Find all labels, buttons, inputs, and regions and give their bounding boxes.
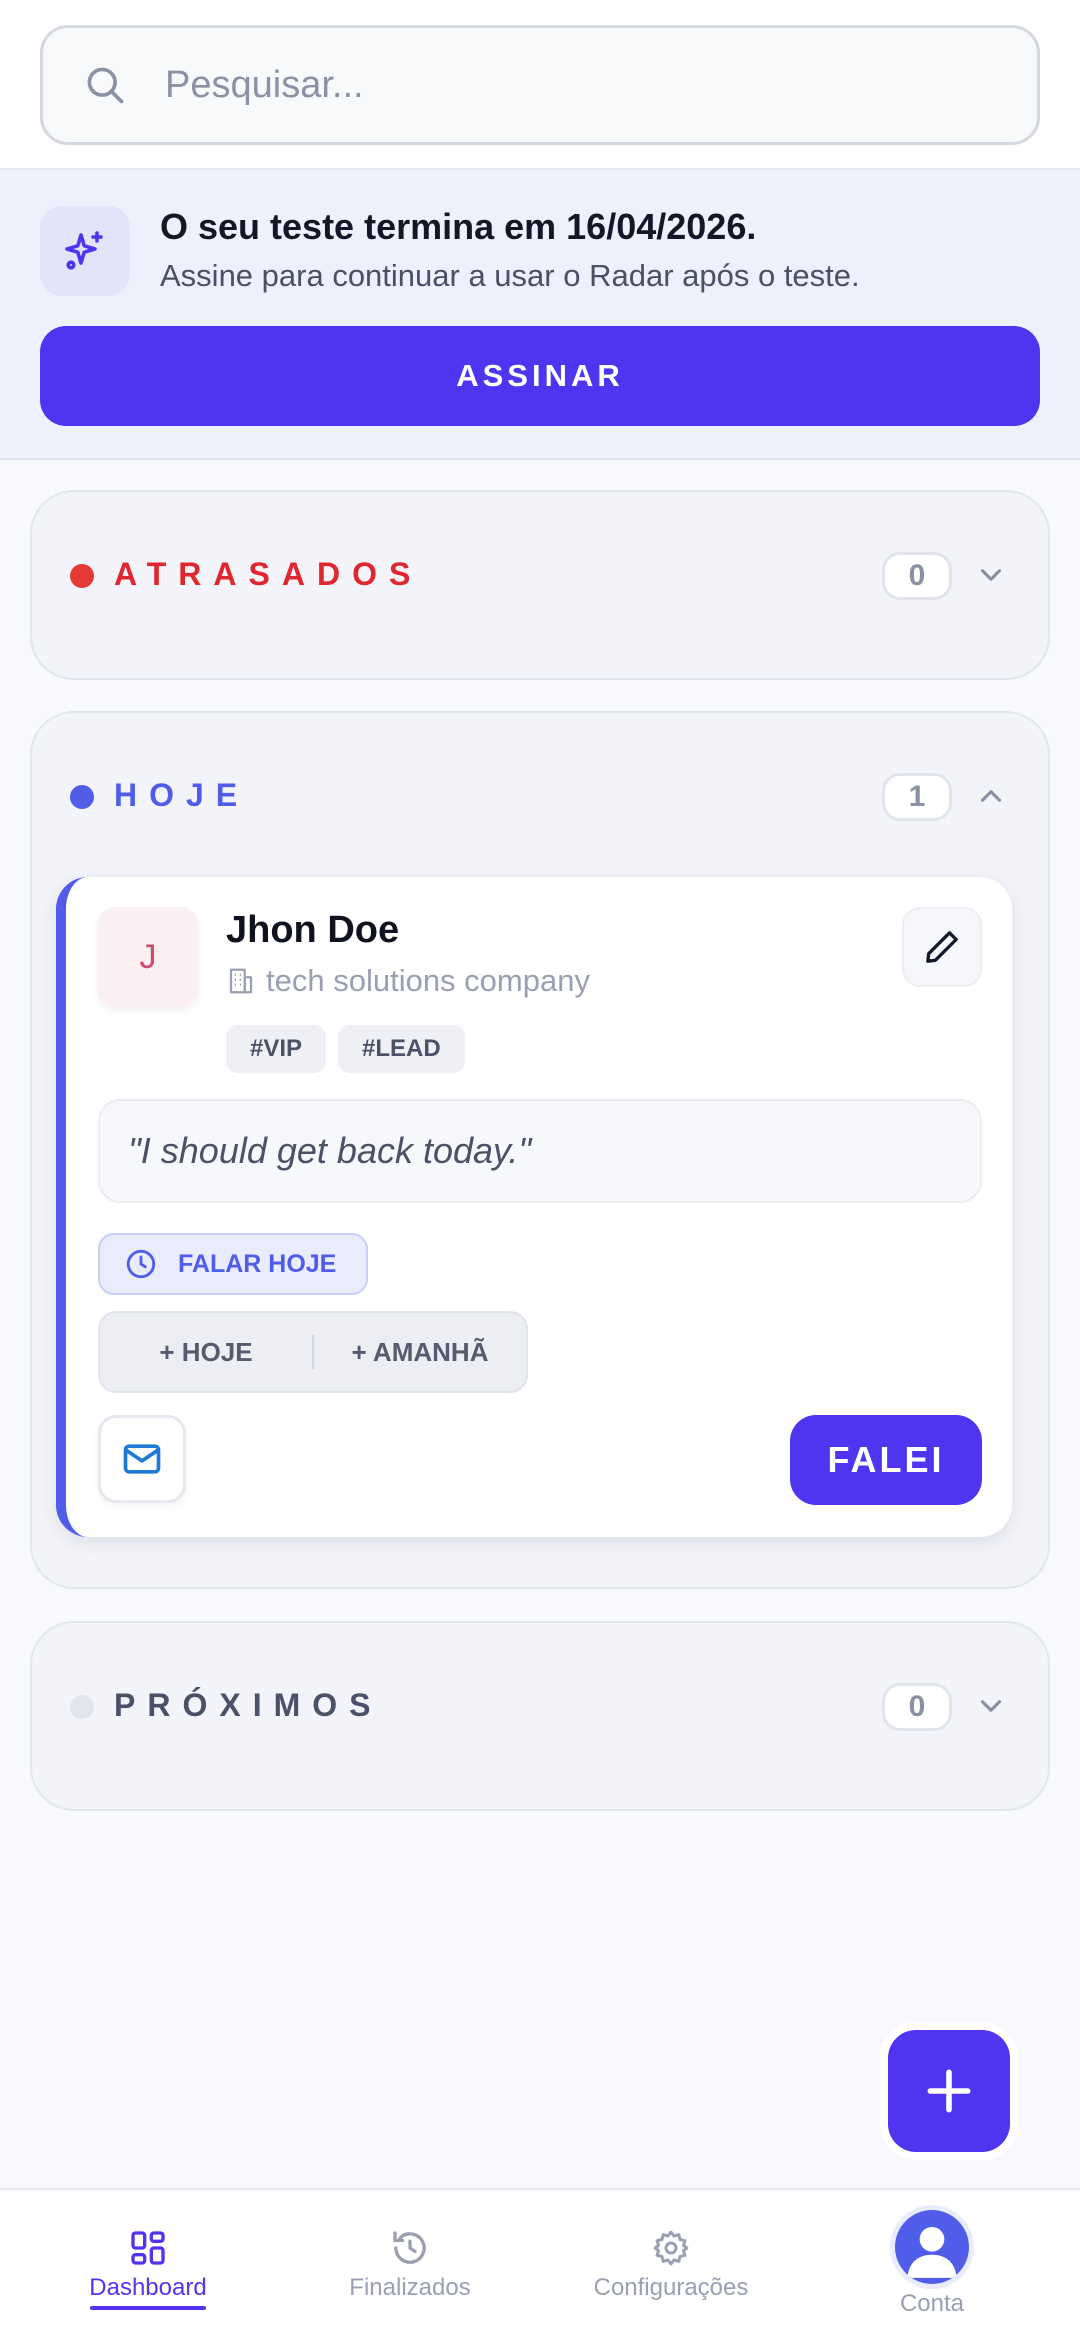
bottom-nav: Dashboard Finalizados Configurações Cont… — [0, 2188, 1080, 2341]
nav-label-dashboard: Dashboard — [89, 2274, 207, 2301]
grid-icon — [131, 2231, 165, 2265]
plus-icon — [927, 2069, 971, 2113]
chevron-down-icon — [980, 1700, 1002, 1712]
section-upcoming-title: PRÓXIMOS — [114, 1687, 383, 1723]
tag-lead[interactable]: #LEAD — [338, 1025, 465, 1073]
tag-list: #VIP #LEAD — [226, 1025, 465, 1073]
nav-item-conta[interactable]: Conta — [880, 2190, 984, 2341]
edit-contact-button[interactable] — [902, 907, 982, 987]
contact-card[interactable]: J Jhon Doe tech solutions company #VIP #… — [56, 877, 1012, 1537]
company-name: tech solutions company — [266, 963, 590, 998]
search-icon — [87, 67, 124, 104]
nav-label-conta: Conta — [899, 2290, 965, 2317]
clock-icon — [126, 1249, 156, 1279]
nav-label-configuracoes: Configurações — [593, 2274, 749, 2301]
subscribe-button[interactable]: ASSINAR — [40, 326, 1040, 426]
add-contact-button[interactable] — [888, 2030, 1010, 2152]
gear-icon — [653, 2230, 689, 2266]
history-icon — [393, 2231, 426, 2264]
section-upcoming-header[interactable]: PRÓXIMOS 0 — [32, 1623, 1048, 1783]
building-icon — [229, 968, 253, 994]
tag-vip[interactable]: #VIP — [226, 1025, 327, 1073]
chevron-up-icon — [980, 790, 1002, 802]
upcoming-count-badge: 0 — [882, 1683, 952, 1731]
nav-label-finalizados: Finalizados — [349, 2274, 471, 2301]
contact-company: tech solutions company — [226, 963, 590, 999]
section-overdue-title: ATRASADOS — [114, 556, 423, 592]
section-overdue: ATRASADOS 0 — [30, 490, 1050, 680]
trial-title: O seu teste termina em 16/04/2026. — [160, 206, 757, 247]
search-bar-container: Pesquisar... — [0, 0, 1080, 170]
snooze-today-button[interactable]: + HOJE — [100, 1337, 312, 1368]
today-status-dot — [70, 785, 94, 809]
contact-name: Jhon Doe — [226, 909, 400, 951]
section-today-title: HOJE — [114, 777, 250, 813]
chevron-down-icon — [980, 569, 1002, 581]
contact-note: "I should get back today." — [98, 1099, 982, 1203]
contact-avatar: J — [98, 907, 198, 1007]
mark-contacted-button[interactable]: FALEI — [790, 1415, 982, 1505]
nav-item-dashboard[interactable]: Dashboard — [88, 2190, 208, 2341]
section-today-header[interactable]: HOJE 1 — [32, 713, 1048, 873]
talk-today-badge: FALAR HOJE — [98, 1233, 369, 1295]
email-button[interactable] — [98, 1415, 186, 1503]
nav-active-indicator — [90, 2306, 206, 2310]
nav-item-finalizados[interactable]: Finalizados — [338, 2190, 482, 2341]
avatar-icon — [895, 2210, 969, 2284]
section-overdue-header[interactable]: ATRASADOS 0 — [32, 492, 1048, 652]
trial-subtitle: Assine para continuar a usar o Radar apó… — [160, 258, 860, 293]
pencil-icon — [926, 931, 958, 963]
trial-banner: O seu teste termina em 16/04/2026. Assin… — [0, 170, 1080, 460]
section-upcoming: PRÓXIMOS 0 — [30, 1621, 1050, 1811]
mail-icon — [123, 1444, 161, 1474]
upcoming-status-dot — [70, 1695, 94, 1719]
search-input[interactable]: Pesquisar... — [40, 25, 1040, 145]
search-placeholder: Pesquisar... — [165, 63, 364, 106]
sparkles-icon — [40, 206, 130, 296]
today-count-badge: 1 — [882, 773, 952, 821]
overdue-status-dot — [70, 564, 94, 588]
snooze-tomorrow-button[interactable]: + AMANHÃ — [314, 1337, 526, 1368]
nav-item-configuracoes[interactable]: Configurações — [580, 2190, 762, 2341]
talk-today-label: FALAR HOJE — [178, 1249, 337, 1278]
overdue-count-badge: 0 — [882, 552, 952, 600]
snooze-control: + HOJE + AMANHÃ — [98, 1311, 528, 1393]
